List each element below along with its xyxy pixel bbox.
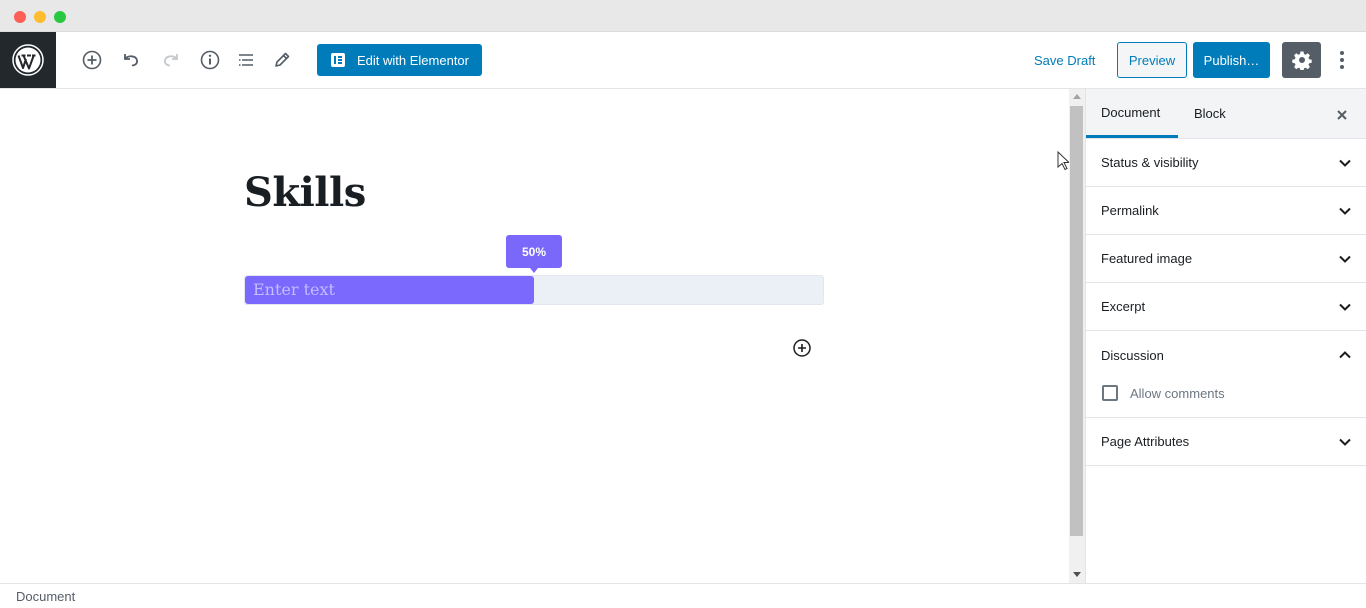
progress-percent-tooltip: 50%	[506, 235, 562, 273]
close-sidebar-button[interactable]	[1330, 103, 1354, 127]
more-options-button[interactable]	[1330, 46, 1354, 74]
window-minimize-button[interactable]	[34, 11, 46, 23]
panel-excerpt[interactable]: Excerpt	[1086, 283, 1366, 331]
redo-icon[interactable]	[157, 46, 185, 74]
chevron-down-icon	[1339, 438, 1351, 446]
window-maximize-button[interactable]	[54, 11, 66, 23]
preview-button[interactable]: Preview	[1117, 42, 1187, 78]
undo-icon[interactable]	[117, 46, 145, 74]
progress-bar[interactable]: Enter text	[244, 275, 824, 305]
close-icon	[1337, 110, 1347, 120]
progress-bar-text-input[interactable]: Enter text	[253, 280, 335, 299]
panel-title: Page Attributes	[1101, 434, 1190, 449]
tab-document[interactable]: Document	[1086, 89, 1178, 138]
edit-tools-icon[interactable]	[268, 46, 296, 74]
panel-status-visibility[interactable]: Status & visibility	[1086, 139, 1366, 187]
settings-sidebar: Document Block Status & visibility Perma…	[1085, 89, 1366, 583]
block-navigation-icon[interactable]	[232, 46, 260, 74]
wordpress-logo-icon[interactable]	[0, 32, 56, 88]
edit-with-elementor-button[interactable]: Edit with Elementor	[317, 44, 482, 76]
allow-comments-label[interactable]: Allow comments	[1130, 386, 1225, 401]
chevron-down-icon	[1339, 207, 1351, 215]
settings-button[interactable]	[1282, 42, 1321, 78]
add-block-icon[interactable]	[78, 46, 106, 74]
sidebar-tabs: Document Block	[1086, 89, 1366, 139]
editor-toolbar: Edit with Elementor Save Draft Preview P…	[0, 32, 1366, 89]
panel-permalink[interactable]: Permalink	[1086, 187, 1366, 235]
panel-title: Excerpt	[1101, 299, 1146, 314]
info-icon[interactable]	[196, 46, 224, 74]
allow-comments-checkbox[interactable]	[1102, 385, 1118, 401]
editor-canvas: Skills 50% Enter text	[0, 89, 1071, 583]
publish-button[interactable]: Publish…	[1193, 42, 1270, 78]
gear-icon	[1291, 51, 1312, 70]
scrollbar-thumb[interactable]	[1070, 106, 1083, 536]
more-vertical-icon	[1340, 51, 1344, 69]
tab-block[interactable]: Block	[1194, 89, 1226, 138]
panel-title: Featured image	[1101, 251, 1193, 266]
panel-title: Status & visibility	[1101, 155, 1199, 170]
add-block-button[interactable]	[790, 336, 814, 360]
post-title[interactable]: Skills	[244, 169, 366, 216]
footer-breadcrumb[interactable]: Document	[16, 589, 75, 604]
window-close-button[interactable]	[14, 11, 26, 23]
panel-featured-image[interactable]: Featured image	[1086, 235, 1366, 283]
save-draft-button[interactable]: Save Draft	[1034, 53, 1095, 68]
editor-footer: Document	[0, 583, 1366, 608]
chevron-down-icon	[1339, 255, 1351, 263]
scroll-up-arrow-icon[interactable]	[1073, 94, 1081, 99]
editor-scrollbar[interactable]	[1069, 89, 1085, 583]
edit-with-elementor-label: Edit with Elementor	[357, 52, 469, 68]
chevron-down-icon	[1339, 303, 1351, 311]
chevron-up-icon	[1339, 351, 1351, 359]
elementor-icon	[331, 53, 345, 67]
window-titlebar	[0, 0, 1366, 32]
panel-title: Discussion	[1101, 347, 1164, 363]
scroll-down-arrow-icon[interactable]	[1073, 572, 1081, 577]
chevron-down-icon	[1339, 159, 1351, 167]
panel-title: Permalink	[1101, 203, 1159, 218]
panel-discussion[interactable]: Discussion	[1086, 331, 1366, 379]
discussion-panel-body: Allow comments	[1086, 378, 1366, 418]
panel-page-attributes[interactable]: Page Attributes	[1086, 418, 1366, 466]
add-block-icon	[793, 339, 811, 357]
